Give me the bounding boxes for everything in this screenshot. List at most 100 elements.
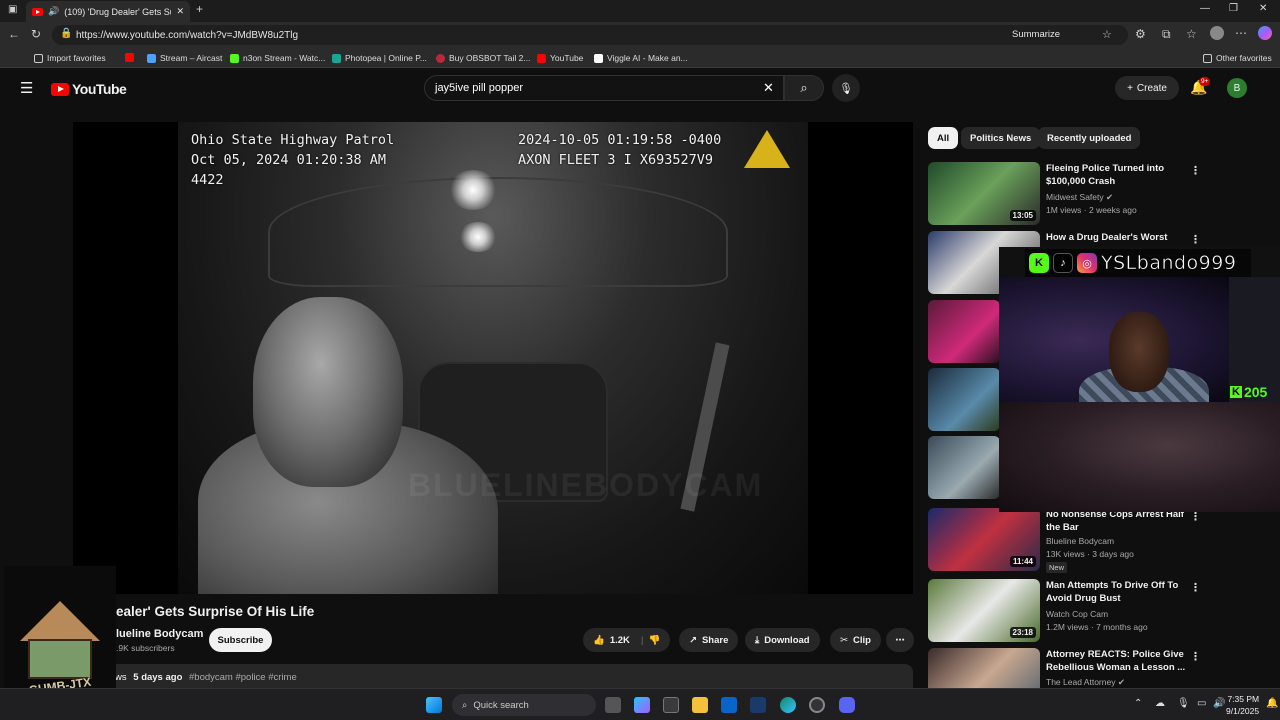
- recommendation-item[interactable]: 23:18 Man Attempts To Drive Off To Avoid…: [928, 579, 1218, 643]
- clear-search-icon[interactable]: ✕: [763, 80, 774, 96]
- create-button[interactable]: + Create: [1115, 76, 1179, 100]
- recommendation-channel[interactable]: Midwest Safety ✔: [1046, 192, 1113, 203]
- volume-icon[interactable]: 🔊: [1213, 698, 1225, 709]
- copilot-icon[interactable]: [1258, 26, 1272, 40]
- video-player[interactable]: BLUELINEBODYCAM Ohio State Highway Patro…: [73, 122, 913, 594]
- recommendation-thumbnail[interactable]: 13:05: [928, 162, 1040, 225]
- network-icon[interactable]: ▭: [1197, 698, 1206, 709]
- thumbs-down-icon[interactable]: 👎: [649, 635, 661, 646]
- bookmark-aircast[interactable]: Stream – Aircast: [147, 53, 222, 63]
- recommendation-thumbnail[interactable]: 11:44: [928, 508, 1040, 571]
- microphone-tray-icon[interactable]: 🎙: [1177, 698, 1190, 709]
- search-input[interactable]: jay5ive pill popper ✕: [424, 75, 784, 101]
- copilot-app-icon[interactable]: [634, 697, 650, 713]
- youtube-header: ☰ YouTube jay5ive pill popper ✕ ⌕ 🎙 + Cre…: [0, 69, 1280, 109]
- summarize-button[interactable]: Summarize: [1012, 29, 1060, 40]
- discord-icon[interactable]: [839, 697, 855, 713]
- chip-recently-uploaded[interactable]: Recently uploaded: [1038, 127, 1141, 149]
- taskbar-clock[interactable]: 7:35 PM 9/1/2025: [1226, 693, 1259, 717]
- hamburger-menu-icon[interactable]: ☰: [20, 79, 33, 97]
- obs-icon[interactable]: [809, 697, 825, 713]
- bookmark-youtube-1[interactable]: [125, 53, 134, 62]
- recommendation-menu-icon[interactable]: ⋮: [1190, 650, 1201, 663]
- recommendation-title[interactable]: How a Drug Dealer's Worst: [1046, 231, 1186, 244]
- download-button[interactable]: ⤓ Download: [745, 628, 820, 652]
- bookmark-photopea[interactable]: Photopea | Online P...: [332, 53, 427, 63]
- more-actions-button[interactable]: ⋯: [886, 628, 914, 652]
- onedrive-icon[interactable]: ☁: [1155, 698, 1165, 709]
- lock-icon[interactable]: 🔒: [60, 28, 72, 39]
- share-button[interactable]: ↗ Share: [679, 628, 739, 652]
- favorites-icon[interactable]: ☆: [1186, 27, 1197, 41]
- kick-viewer-count: K 205: [1230, 384, 1268, 400]
- close-tab-icon[interactable]: ✕: [176, 6, 184, 17]
- windows-start-icon[interactable]: [426, 697, 442, 713]
- close-window-icon[interactable]: ✕: [1259, 3, 1267, 14]
- aircast-icon: [147, 53, 156, 63]
- search-button[interactable]: ⌕: [784, 75, 824, 101]
- outlook-icon[interactable]: [721, 697, 737, 713]
- recommendation-thumbnail[interactable]: [928, 648, 1040, 688]
- recommendation-menu-icon[interactable]: ⋮: [1190, 164, 1201, 177]
- bookmark-import-favorites[interactable]: Import favorites: [34, 53, 106, 63]
- recommendation-item[interactable]: Attorney REACTS: Police Give Rebellious …: [928, 648, 1218, 688]
- file-explorer-icon[interactable]: [692, 697, 708, 713]
- photos-icon[interactable]: [750, 697, 766, 713]
- subscribe-button[interactable]: Subscribe: [209, 628, 272, 652]
- chip-politics-news[interactable]: Politics News: [961, 127, 1041, 149]
- profile-icon[interactable]: [1210, 26, 1224, 40]
- bookmark-n3on[interactable]: n3on Stream - Watc...: [230, 53, 325, 63]
- more-menu-icon[interactable]: ⋯: [1235, 26, 1247, 40]
- store-icon[interactable]: [663, 697, 679, 713]
- recommendation-title[interactable]: Fleeing Police Turned into $100,000 Cras…: [1046, 162, 1186, 188]
- favorite-star-icon[interactable]: ☆: [1102, 28, 1112, 41]
- tab-actions-icon[interactable]: ▣: [8, 4, 17, 15]
- refresh-icon[interactable]: ↻: [31, 27, 41, 41]
- chip-all[interactable]: All: [928, 127, 959, 149]
- tray-overflow-icon[interactable]: ⌃: [1134, 698, 1142, 709]
- channel-name[interactable]: lueline Bodycam: [116, 628, 203, 640]
- edge-icon[interactable]: [780, 697, 796, 713]
- recommendation-channel[interactable]: Blueline Bodycam: [1046, 536, 1114, 546]
- hashtags[interactable]: #bodycam #police #crime: [189, 672, 297, 683]
- voice-search-button[interactable]: 🎙: [832, 74, 860, 102]
- recommendation-thumbnail[interactable]: [928, 368, 1000, 431]
- recommendation-item[interactable]: 13:05 Fleeing Police Turned into $100,00…: [928, 162, 1218, 226]
- account-avatar[interactable]: B: [1227, 78, 1247, 98]
- recommendation-thumbnail[interactable]: [928, 300, 1000, 363]
- clip-button[interactable]: ✂ Clip: [830, 628, 881, 652]
- share-icon: ↗: [689, 634, 697, 646]
- extensions-icon[interactable]: ⚙: [1135, 27, 1146, 41]
- recommendation-menu-icon[interactable]: ⋮: [1190, 581, 1201, 594]
- video-frame[interactable]: BLUELINEBODYCAM Ohio State Highway Patro…: [178, 122, 808, 594]
- back-icon[interactable]: ←: [8, 27, 20, 41]
- bookmark-obsbot[interactable]: Buy OBSBOT Tail 2...: [436, 53, 530, 63]
- browser-tab[interactable]: 🔊 (109) 'Drug Dealer' Gets Surp... ✕: [26, 1, 190, 22]
- bookmark-other-favorites[interactable]: Other favorites: [1203, 53, 1272, 63]
- bookmark-youtube-2[interactable]: YouTube: [537, 53, 583, 63]
- recommendation-thumbnail[interactable]: [928, 436, 1000, 499]
- taskbar-search[interactable]: ⌕ Quick search: [452, 694, 596, 716]
- description-box[interactable]: ws 5 days ago #bodycam #police #crime: [73, 664, 913, 688]
- minimize-icon[interactable]: —: [1200, 3, 1210, 14]
- recommendation-title[interactable]: Attorney REACTS: Police Give Rebellious …: [1046, 648, 1186, 674]
- recommendation-title[interactable]: Man Attempts To Drive Off To Avoid Drug …: [1046, 579, 1186, 605]
- recommendation-thumbnail[interactable]: 23:18: [928, 579, 1040, 642]
- maximize-icon[interactable]: ❐: [1229, 3, 1238, 14]
- bookmark-viggle[interactable]: Viggle AI - Make an...: [594, 53, 688, 63]
- notification-center-icon[interactable]: 🔔: [1266, 698, 1278, 709]
- recommendation-channel[interactable]: The Lead Attorney ✔: [1046, 677, 1125, 688]
- task-view-icon[interactable]: [605, 697, 621, 713]
- search-icon: ⌕: [800, 80, 808, 95]
- youtube-logo[interactable]: YouTube: [51, 81, 127, 97]
- split-screen-icon[interactable]: ⧉: [1162, 27, 1171, 42]
- recommendation-channel[interactable]: Watch Cop Cam: [1046, 609, 1108, 619]
- address-toolbar: ← ↻ 🔒 https://www.youtube.com/watch?v=JM…: [0, 22, 1280, 48]
- recommendation-item[interactable]: 11:44 No Nonsense Cops Arrest Half the B…: [928, 508, 1218, 573]
- recommendation-menu-icon[interactable]: ⋮: [1190, 233, 1201, 246]
- kick-icon: K: [1029, 253, 1049, 273]
- url-bar[interactable]: 🔒 https://www.youtube.com/watch?v=JMdBW8…: [52, 25, 1128, 45]
- new-tab-icon[interactable]: +: [196, 2, 203, 16]
- like-button[interactable]: 👍 1.2K | 👎: [583, 628, 671, 652]
- speaker-icon[interactable]: 🔊: [48, 6, 59, 17]
